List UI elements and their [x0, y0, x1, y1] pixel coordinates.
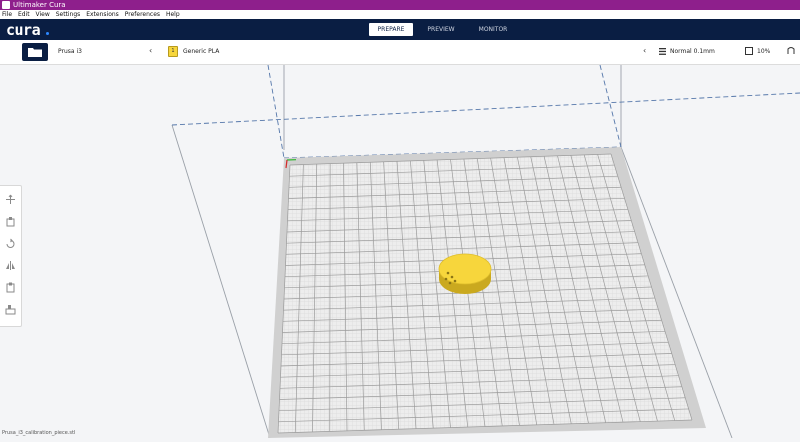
- print-settings-selector[interactable]: Normal 0.1mm: [670, 48, 715, 55]
- app-header: cura PREPARE PREVIEW MONITOR: [0, 19, 800, 40]
- tab-monitor[interactable]: MONITOR: [469, 23, 517, 36]
- rotate-tool-icon[interactable]: [5, 238, 16, 249]
- menu-settings[interactable]: Settings: [56, 11, 81, 18]
- app-icon: [2, 1, 10, 9]
- 3d-viewport[interactable]: [0, 65, 800, 438]
- infill-value[interactable]: 10%: [757, 48, 770, 55]
- move-tool-icon[interactable]: [5, 194, 16, 205]
- support-blocker-icon[interactable]: [5, 304, 16, 315]
- menu-preferences[interactable]: Preferences: [125, 11, 160, 18]
- support-icon: [787, 47, 795, 55]
- build-volume-view[interactable]: [0, 65, 800, 438]
- tab-prepare[interactable]: PREPARE: [369, 23, 413, 36]
- tool-panel: [0, 185, 22, 327]
- chevron-left-icon[interactable]: ‹: [643, 46, 646, 55]
- scale-tool-icon[interactable]: [5, 216, 16, 227]
- chevron-left-icon[interactable]: ‹: [149, 46, 152, 55]
- tab-preview[interactable]: PREVIEW: [419, 23, 463, 36]
- menu-edit[interactable]: Edit: [18, 11, 30, 18]
- print-profile-icon: [659, 48, 666, 55]
- model-object[interactable]: [439, 254, 491, 294]
- status-bar: Prusa_i3_calibration_piece.stl: [2, 430, 75, 436]
- menu-extensions[interactable]: Extensions: [86, 11, 119, 18]
- printer-selector[interactable]: Prusa i3: [58, 48, 82, 55]
- folder-icon: [28, 47, 42, 57]
- menu-bar: File Edit View Settings Extensions Prefe…: [0, 10, 800, 19]
- menu-help[interactable]: Help: [166, 11, 180, 18]
- mirror-tool-icon[interactable]: [5, 260, 16, 271]
- open-file-button[interactable]: [22, 43, 48, 61]
- menu-view[interactable]: View: [36, 11, 50, 18]
- logo-dot: [46, 32, 49, 35]
- job-toolbar: Prusa i3 ‹ 1 Generic PLA ‹ Normal 0.1mm …: [0, 40, 800, 65]
- window-title-bar: Ultimaker Cura: [0, 0, 800, 10]
- infill-icon: [745, 47, 753, 55]
- window-title: Ultimaker Cura: [13, 0, 66, 10]
- extruder-icon: 1: [168, 46, 178, 57]
- material-selector[interactable]: Generic PLA: [183, 48, 219, 55]
- cura-logo: cura: [6, 21, 40, 39]
- per-model-settings-icon[interactable]: [5, 282, 16, 293]
- menu-file[interactable]: File: [2, 11, 12, 18]
